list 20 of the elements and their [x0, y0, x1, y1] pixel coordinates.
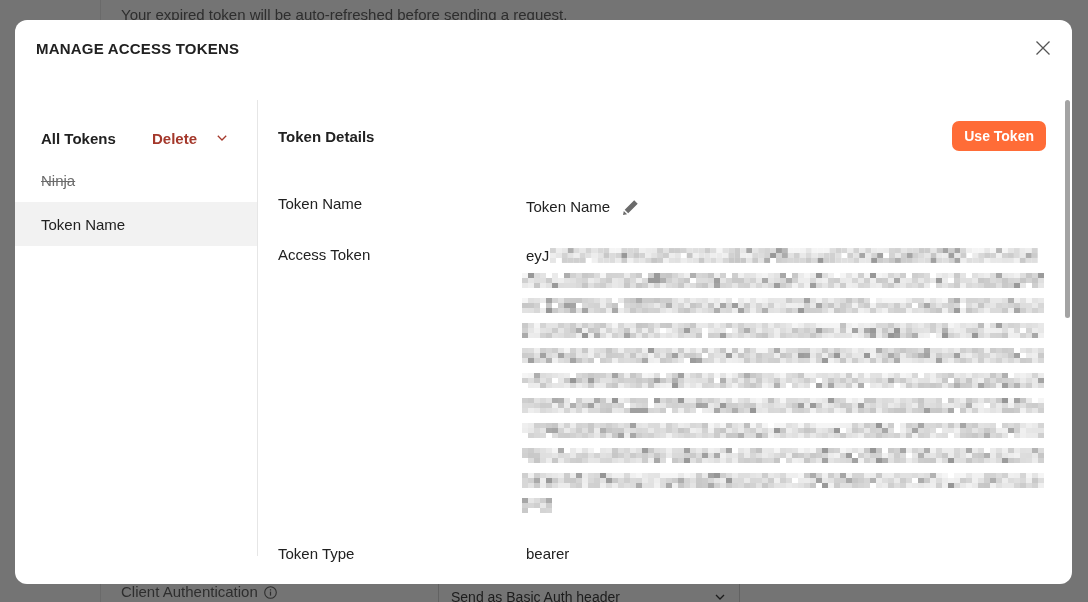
- scrollbar[interactable]: [1065, 100, 1070, 318]
- sidebar-heading: All Tokens: [41, 129, 117, 147]
- section-heading: Token Details: [278, 127, 375, 145]
- field-label: Token Name: [278, 194, 364, 214]
- token-item[interactable]: Token Name: [15, 202, 257, 246]
- field-value: eyJ: [526, 246, 550, 266]
- token-item[interactable]: Ninja: [15, 158, 257, 202]
- notice-text: Your expired token will be auto-refreshed before sending a request.: [121, 6, 568, 24]
- info-icon[interactable]: [263, 585, 277, 599]
- delete-button[interactable]: Delete: [152, 129, 228, 147]
- pencil-icon[interactable]: [623, 199, 640, 215]
- dialog-title: MANAGE ACCESS TOKENS: [36, 39, 240, 57]
- field-value: Token Name: [526, 197, 611, 217]
- caret-icon: [715, 593, 725, 600]
- field-label: Client Authentication: [121, 583, 258, 601]
- caret-icon: [217, 135, 228, 141]
- close-button[interactable]: [1036, 41, 1050, 55]
- field-value: bearer: [526, 544, 571, 564]
- field-label: Access Token: [278, 245, 372, 265]
- field-label: Token Type: [278, 544, 356, 564]
